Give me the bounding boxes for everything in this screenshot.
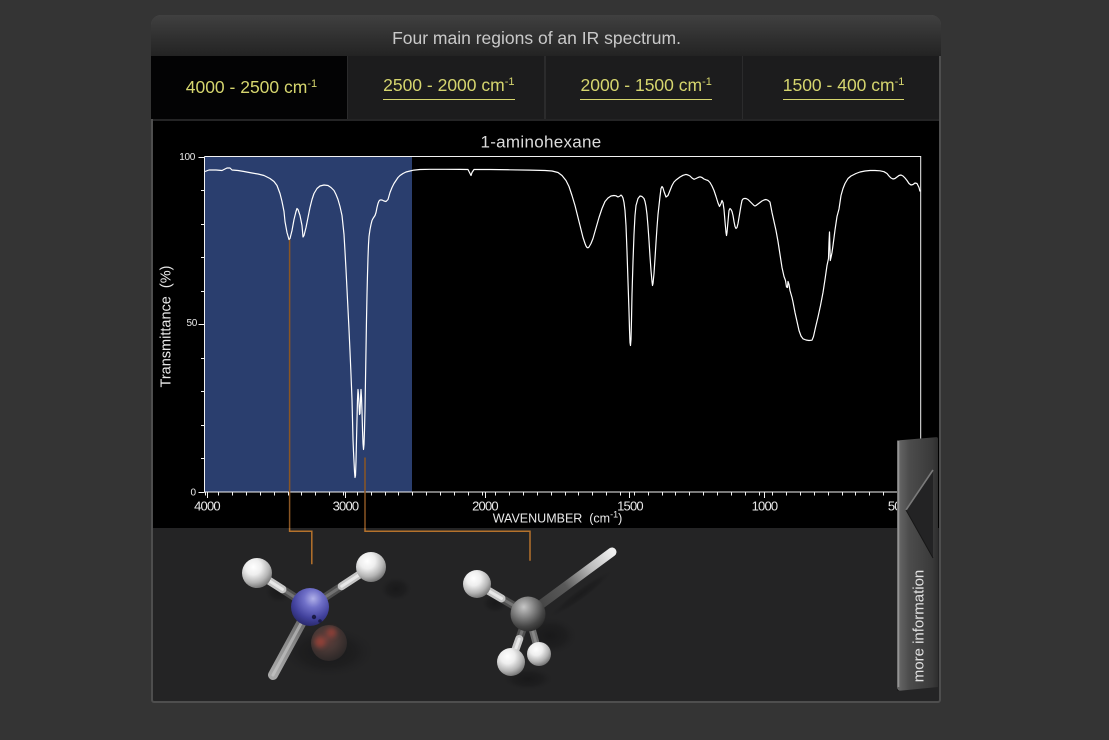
svg-text:0: 0 [190,488,196,499]
svg-text:WAVENUMBER (cm-1): WAVENUMBER (cm-1) [493,510,623,526]
svg-text:more information: more information [911,570,928,683]
svg-text:100: 100 [179,152,196,163]
svg-text:Transmittance (%): Transmittance (%) [159,266,175,388]
svg-text:50: 50 [186,318,197,329]
svg-text:1-aminohexane: 1-aminohexane [480,133,601,152]
svg-text:1000: 1000 [752,498,778,513]
svg-text:3000: 3000 [333,498,359,513]
svg-text:4000: 4000 [194,498,220,513]
